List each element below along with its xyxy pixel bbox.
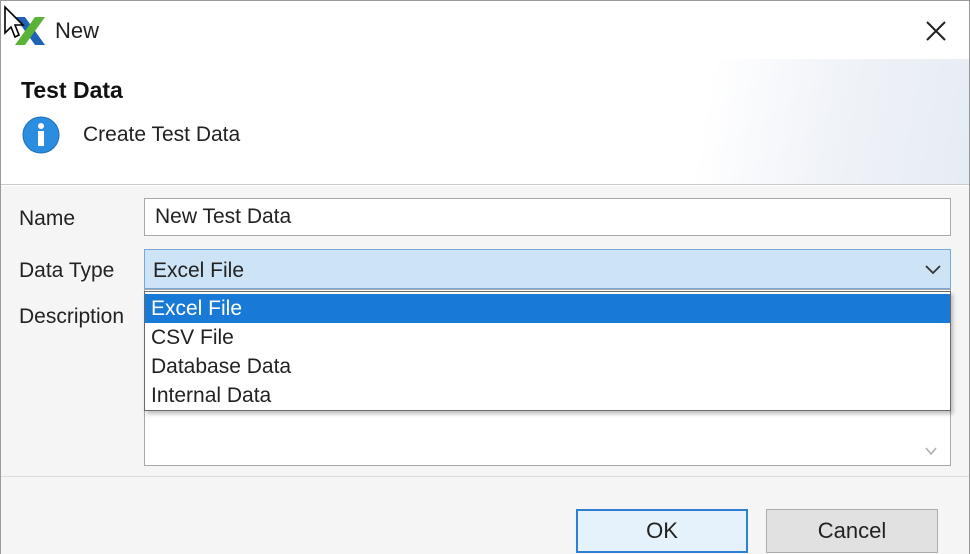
description-label: Description: [19, 305, 125, 328]
banner-message: Create Test Data: [83, 123, 241, 146]
ok-button[interactable]: OK: [576, 509, 748, 553]
header-banner: Test Data Create Test Data: [1, 59, 969, 185]
chevron-down-icon: [925, 265, 941, 275]
data-type-value: Excel File: [153, 259, 245, 282]
option-excel-file[interactable]: Excel File: [145, 294, 950, 323]
data-type-label: Data Type: [19, 259, 115, 282]
button-bar: OK Cancel: [1, 476, 969, 554]
info-icon: [22, 116, 60, 154]
option-csv-file[interactable]: CSV File: [145, 323, 950, 352]
data-type-dropdown-list[interactable]: Excel File CSV File Database Data Intern…: [144, 291, 951, 411]
new-dialog: New Test Data Create Test Data Name Data…: [0, 0, 970, 554]
name-label: Name: [19, 207, 76, 230]
title-bar[interactable]: New: [1, 1, 969, 59]
cancel-button[interactable]: Cancel: [766, 509, 938, 553]
option-internal-data[interactable]: Internal Data: [145, 381, 950, 410]
banner-title: Test Data: [21, 77, 123, 103]
mouse-pointer-icon: [4, 5, 25, 39]
close-icon: [926, 21, 946, 41]
data-type-select[interactable]: Excel File: [144, 249, 951, 289]
window-title: New: [55, 18, 100, 43]
scroll-down-icon[interactable]: [924, 445, 938, 457]
close-button[interactable]: [917, 13, 955, 49]
name-input[interactable]: [144, 198, 951, 236]
option-database-data[interactable]: Database Data: [145, 352, 950, 381]
